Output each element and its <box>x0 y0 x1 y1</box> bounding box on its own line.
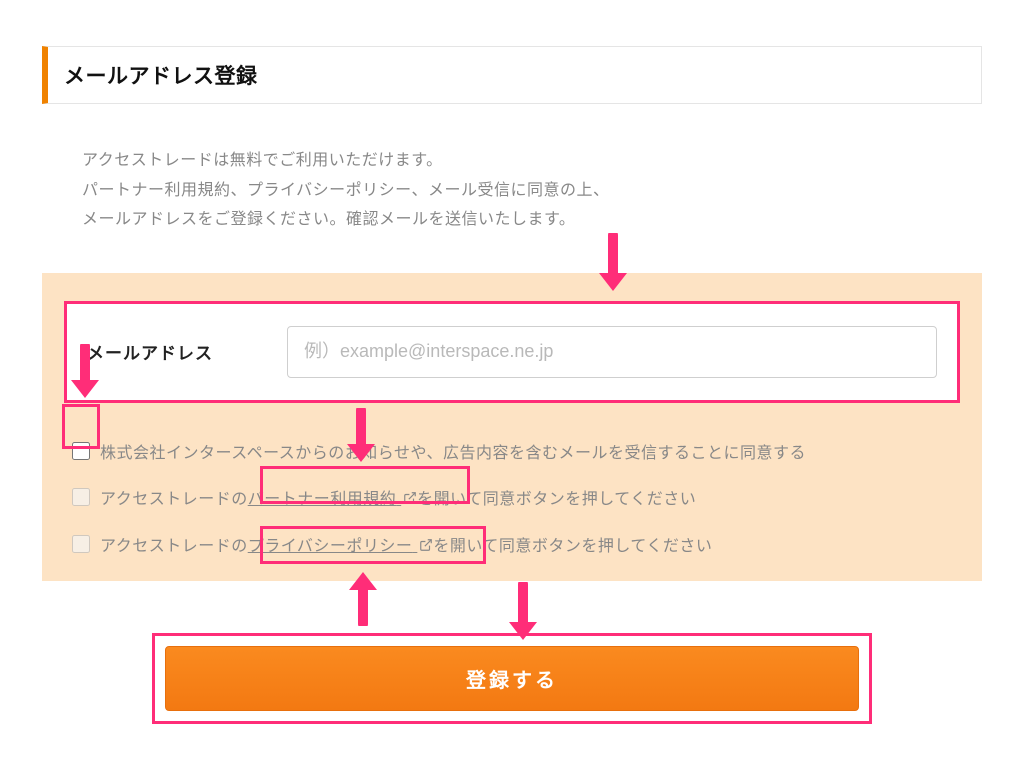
privacy-policy-link-text: プライバシーポリシー <box>248 538 413 555</box>
email-label: メールアドレス <box>87 339 287 364</box>
external-link-icon <box>403 491 417 510</box>
consent-post-3: を開いて同意ボタンを押してください <box>433 532 712 556</box>
consent-pre-2: アクセストレードの <box>100 485 248 509</box>
consent-checkbox-terms[interactable] <box>72 488 90 506</box>
consent-block: 株式会社インタースペースからのお知らせや、広告内容を含むメールを受信することに同… <box>64 403 960 557</box>
consent-checkbox-news[interactable] <box>72 442 90 460</box>
register-button[interactable]: 登録する <box>165 646 859 711</box>
partner-terms-link-text: パートナー利用規約 <box>248 491 397 508</box>
intro-line-1: アクセストレードは無料でご利用いただけます。 <box>82 146 982 176</box>
email-input[interactable] <box>287 326 937 378</box>
consent-row-2: アクセストレードの パートナー利用規約 を開いて同意ボタンを押してください <box>70 485 954 510</box>
section-header: メールアドレス登録 <box>42 46 982 104</box>
external-link-icon <box>419 538 433 557</box>
intro-line-2: パートナー利用規約、プライバシーポリシー、メール受信に同意の上、 <box>82 176 982 206</box>
registration-form-card: メールアドレス 株式会社インタースペースからのお知らせや、広告内容を含むメールを… <box>42 273 982 581</box>
consent-row-1: 株式会社インタースペースからのお知らせや、広告内容を含むメールを受信することに同… <box>70 439 954 463</box>
consent-row-3: アクセストレードの プライバシーポリシー を開いて同意ボタンを押してください <box>70 532 954 557</box>
intro-line-3: メールアドレスをご登録ください。確認メールを送信いたします。 <box>82 205 982 235</box>
intro-text-block: アクセストレードは無料でご利用いただけます。 パートナー利用規約、プライバシーポ… <box>42 104 982 235</box>
consent-checkbox-privacy[interactable] <box>72 535 90 553</box>
consent-text-1: 株式会社インタースペースからのお知らせや、広告内容を含むメールを受信することに同… <box>100 439 806 463</box>
email-field-row: メールアドレス <box>64 301 960 403</box>
submit-highlight-box: 登録する <box>152 633 872 724</box>
partner-terms-link[interactable]: パートナー利用規約 <box>248 485 417 510</box>
consent-pre-3: アクセストレードの <box>100 532 248 556</box>
privacy-policy-link[interactable]: プライバシーポリシー <box>248 532 434 557</box>
consent-post-2: を開いて同意ボタンを押してください <box>417 485 696 509</box>
